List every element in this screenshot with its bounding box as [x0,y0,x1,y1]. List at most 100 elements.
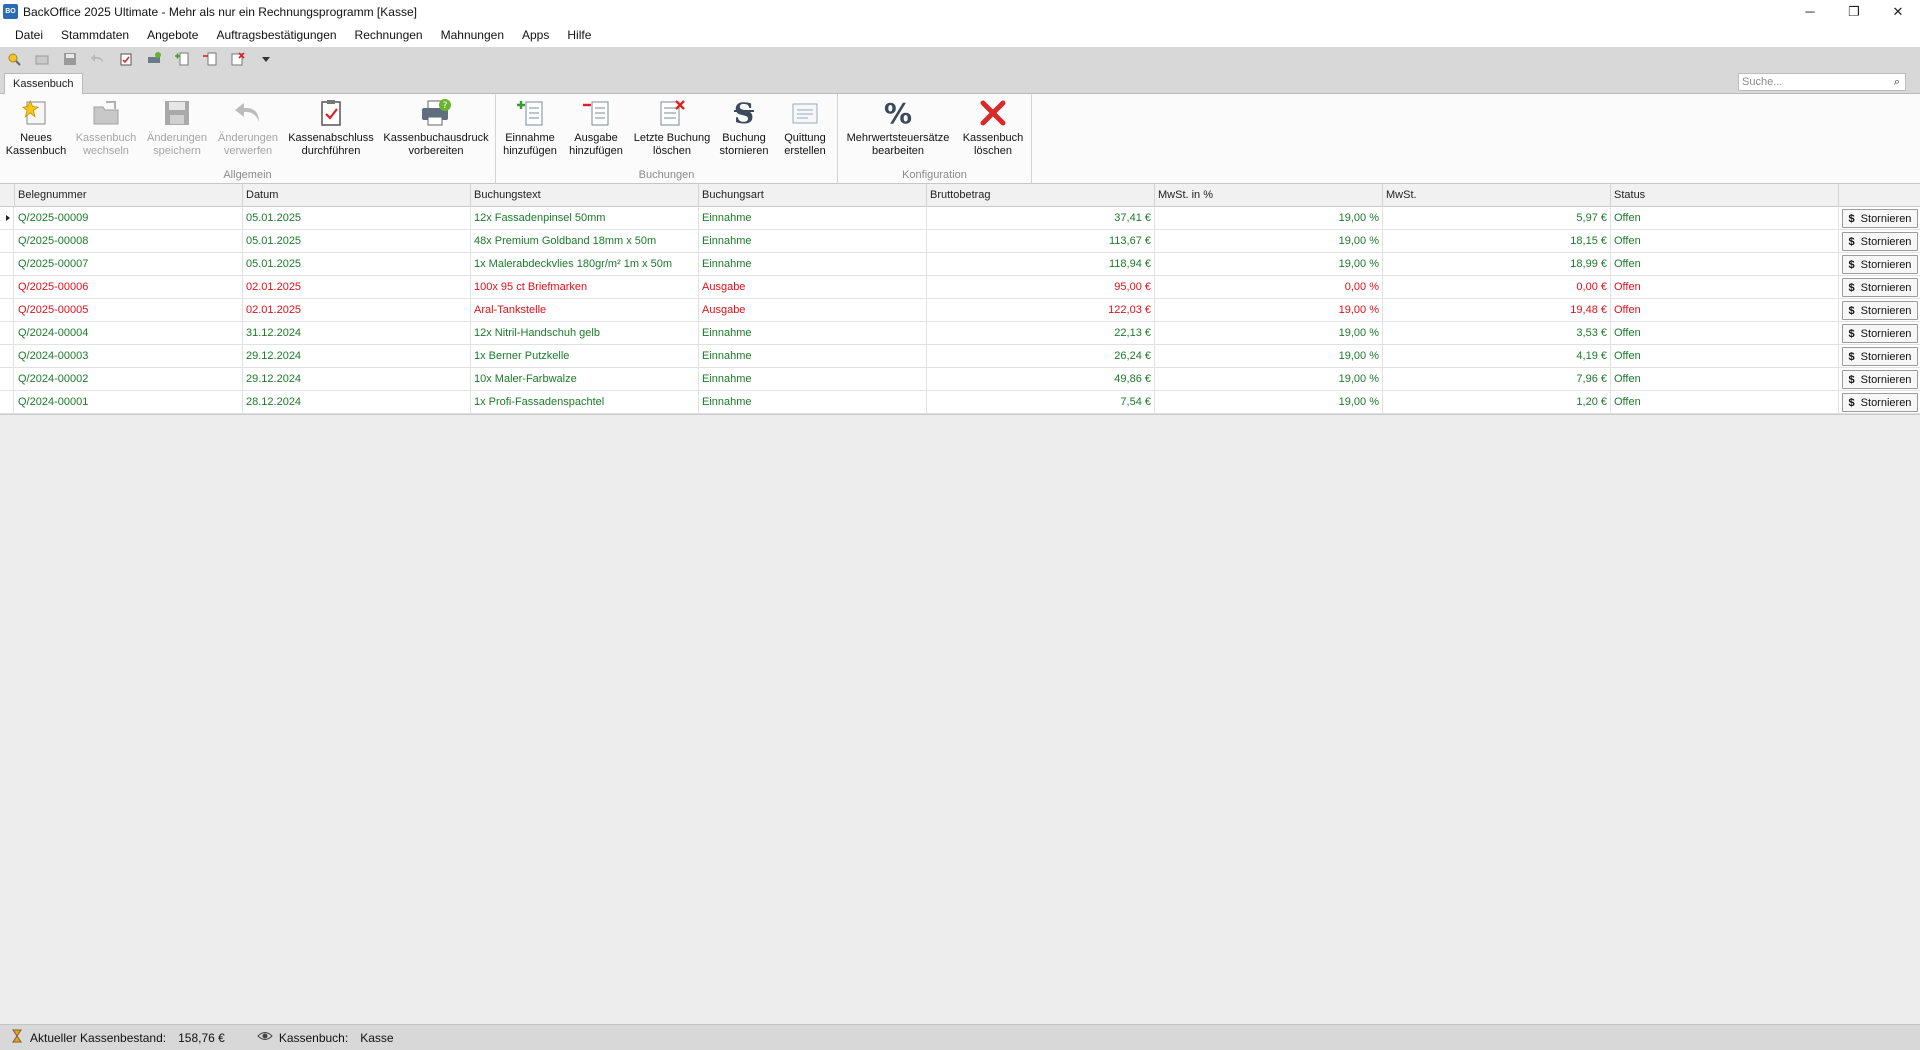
cell-mwst[interactable]: 3,53 € [1383,322,1611,345]
cell-buchungsart[interactable]: Einnahme [699,368,927,391]
cell-status[interactable]: Offen [1611,299,1839,322]
menu-mahnungen[interactable]: Mahnungen [432,23,513,47]
tab-kassenbuch[interactable]: Kassenbuch [4,73,83,95]
stornieren-button[interactable]: $ Stornieren [1842,370,1918,389]
cell-mwst-prozent[interactable]: 0,00 % [1155,276,1383,299]
cell-buchungsart[interactable]: Einnahme [699,391,927,414]
cell-buchungstext[interactable]: 1x Malerabdeckvlies 180gr/m² 1m x 50m [471,253,699,276]
menu-hilfe[interactable]: Hilfe [558,23,600,47]
search-icon[interactable]: ⌕ [1889,76,1905,89]
cell-status[interactable]: Offen [1611,322,1839,345]
stornieren-button[interactable]: $ Stornieren [1842,393,1918,412]
menu-angebote[interactable]: Angebote [138,23,207,47]
clipboard-icon[interactable] [119,52,133,66]
table-row[interactable]: Q/2024-00001 28.12.2024 1x Profi-Fassadens… [0,391,1920,414]
cell-bruttobetrag[interactable]: 37,41 € [927,207,1155,230]
add-income-button[interactable]: Einnahme hinzufügen [498,96,562,158]
menu-apps[interactable]: Apps [513,23,558,47]
cell-mwst-prozent[interactable]: 19,00 % [1155,391,1383,414]
table-row[interactable]: Q/2025-00007 05.01.2025 1x Malerabdeckvlie… [0,253,1920,276]
new-cashbook-icon[interactable] [7,52,21,66]
table-row[interactable]: Q/2025-00005 02.01.2025 Aral-Tankstelle Aus… [0,299,1920,322]
save-changes-button[interactable]: Änderungen speichern [144,96,210,158]
add-entry-icon[interactable] [175,52,189,66]
table-row[interactable]: Q/2024-00002 29.12.2024 10x Maler-Farbwalz… [0,368,1920,391]
undo-icon[interactable] [91,52,105,66]
cell-mwst[interactable]: 0,00 € [1383,276,1611,299]
cell-belegnummer[interactable]: Q/2025-00005 [15,299,243,322]
search-input[interactable] [1739,74,1889,90]
cell-belegnummer[interactable]: Q/2025-00006 [15,276,243,299]
cell-bruttobetrag[interactable]: 22,13 € [927,322,1155,345]
row-indicator[interactable] [0,207,14,230]
cell-mwst-prozent[interactable]: 19,00 % [1155,368,1383,391]
cell-belegnummer[interactable]: Q/2024-00002 [15,368,243,391]
cell-bruttobetrag[interactable]: 49,86 € [927,368,1155,391]
cell-belegnummer[interactable]: Q/2024-00004 [15,322,243,345]
row-indicator[interactable] [0,276,14,299]
stornieren-button[interactable]: $ Stornieren [1842,301,1918,320]
table-row[interactable]: Q/2024-00003 29.12.2024 1x Berner Putzkell… [0,345,1920,368]
row-indicator[interactable] [0,299,14,322]
cell-datum[interactable]: 28.12.2024 [243,391,471,414]
cell-status[interactable]: Offen [1611,345,1839,368]
close-register-button[interactable]: Kassenabschluss durchführen [288,96,374,158]
cell-datum[interactable]: 02.01.2025 [243,299,471,322]
cell-mwst-prozent[interactable]: 19,00 % [1155,322,1383,345]
menu-datei[interactable]: Datei [6,23,52,47]
cell-datum[interactable]: 05.01.2025 [243,207,471,230]
cell-datum[interactable]: 29.12.2024 [243,345,471,368]
remove-entry-icon[interactable] [203,52,217,66]
row-indicator[interactable] [0,253,14,276]
cell-buchungsart[interactable]: Einnahme [699,253,927,276]
cell-buchungstext[interactable]: 100x 95 ct Briefmarken [471,276,699,299]
cell-bruttobetrag[interactable]: 26,24 € [927,345,1155,368]
add-expense-button[interactable]: Ausgabe hinzufügen [564,96,628,158]
cell-bruttobetrag[interactable]: 122,03 € [927,299,1155,322]
cell-datum[interactable]: 05.01.2025 [243,230,471,253]
cell-mwst[interactable]: 4,19 € [1383,345,1611,368]
new-cashbook-button[interactable]: Neues Kassenbuch [4,96,68,158]
stornieren-button[interactable]: $ Stornieren [1842,255,1918,274]
header-datum[interactable]: Datum [243,184,471,207]
cell-belegnummer[interactable]: Q/2024-00001 [15,391,243,414]
stornieren-button[interactable]: $ Stornieren [1842,232,1918,251]
cell-belegnummer[interactable]: Q/2025-00007 [15,253,243,276]
cell-mwst-prozent[interactable]: 19,00 % [1155,253,1383,276]
stornieren-button[interactable]: $ Stornieren [1842,278,1918,297]
cell-buchungstext[interactable]: 10x Maler-Farbwalze [471,368,699,391]
cell-belegnummer[interactable]: Q/2025-00008 [15,230,243,253]
menu-stammdaten[interactable]: Stammdaten [52,23,138,47]
menu-auftragsbestaetigungen[interactable]: Auftragsbestätigungen [207,23,345,47]
header-buchungstext[interactable]: Buchungstext [471,184,699,207]
cell-status[interactable]: Offen [1611,207,1839,230]
cell-mwst-prozent[interactable]: 19,00 % [1155,299,1383,322]
header-mwst[interactable]: MwSt. [1383,184,1611,207]
cell-datum[interactable]: 29.12.2024 [243,368,471,391]
cell-bruttobetrag[interactable]: 7,54 € [927,391,1155,414]
header-belegnummer[interactable]: Belegnummer [15,184,243,207]
open-icon[interactable] [35,52,49,66]
header-mwst-prozent[interactable]: MwSt. in % [1155,184,1383,207]
cell-buchungsart[interactable]: Einnahme [699,207,927,230]
cell-mwst-prozent[interactable]: 19,00 % [1155,345,1383,368]
cell-mwst[interactable]: 7,96 € [1383,368,1611,391]
table-row[interactable]: Q/2025-00008 05.01.2025 48x Premium Goldba… [0,230,1920,253]
cell-bruttobetrag[interactable]: 118,94 € [927,253,1155,276]
table-row[interactable]: Q/2025-00006 02.01.2025 100x 95 ct Briefma… [0,276,1920,299]
row-indicator[interactable] [0,322,14,345]
row-indicator[interactable] [0,368,14,391]
cell-buchungstext[interactable]: 12x Nitril-Handschuh gelb [471,322,699,345]
printer-icon[interactable] [147,52,161,66]
stornieren-button[interactable]: $ Stornieren [1842,347,1918,366]
stornieren-button[interactable]: $ Stornieren [1842,324,1918,343]
cell-status[interactable]: Offen [1611,276,1839,299]
table-row[interactable]: Q/2024-00004 31.12.2024 12x Nitril-Handsch… [0,322,1920,345]
cell-mwst[interactable]: 19,48 € [1383,299,1611,322]
cell-mwst[interactable]: 5,97 € [1383,207,1611,230]
cell-buchungstext[interactable]: Aral-Tankstelle [471,299,699,322]
cell-bruttobetrag[interactable]: 95,00 € [927,276,1155,299]
cell-buchungsart[interactable]: Einnahme [699,322,927,345]
cell-belegnummer[interactable]: Q/2025-00009 [15,207,243,230]
minimize-button[interactable]: ─ [1788,0,1832,23]
